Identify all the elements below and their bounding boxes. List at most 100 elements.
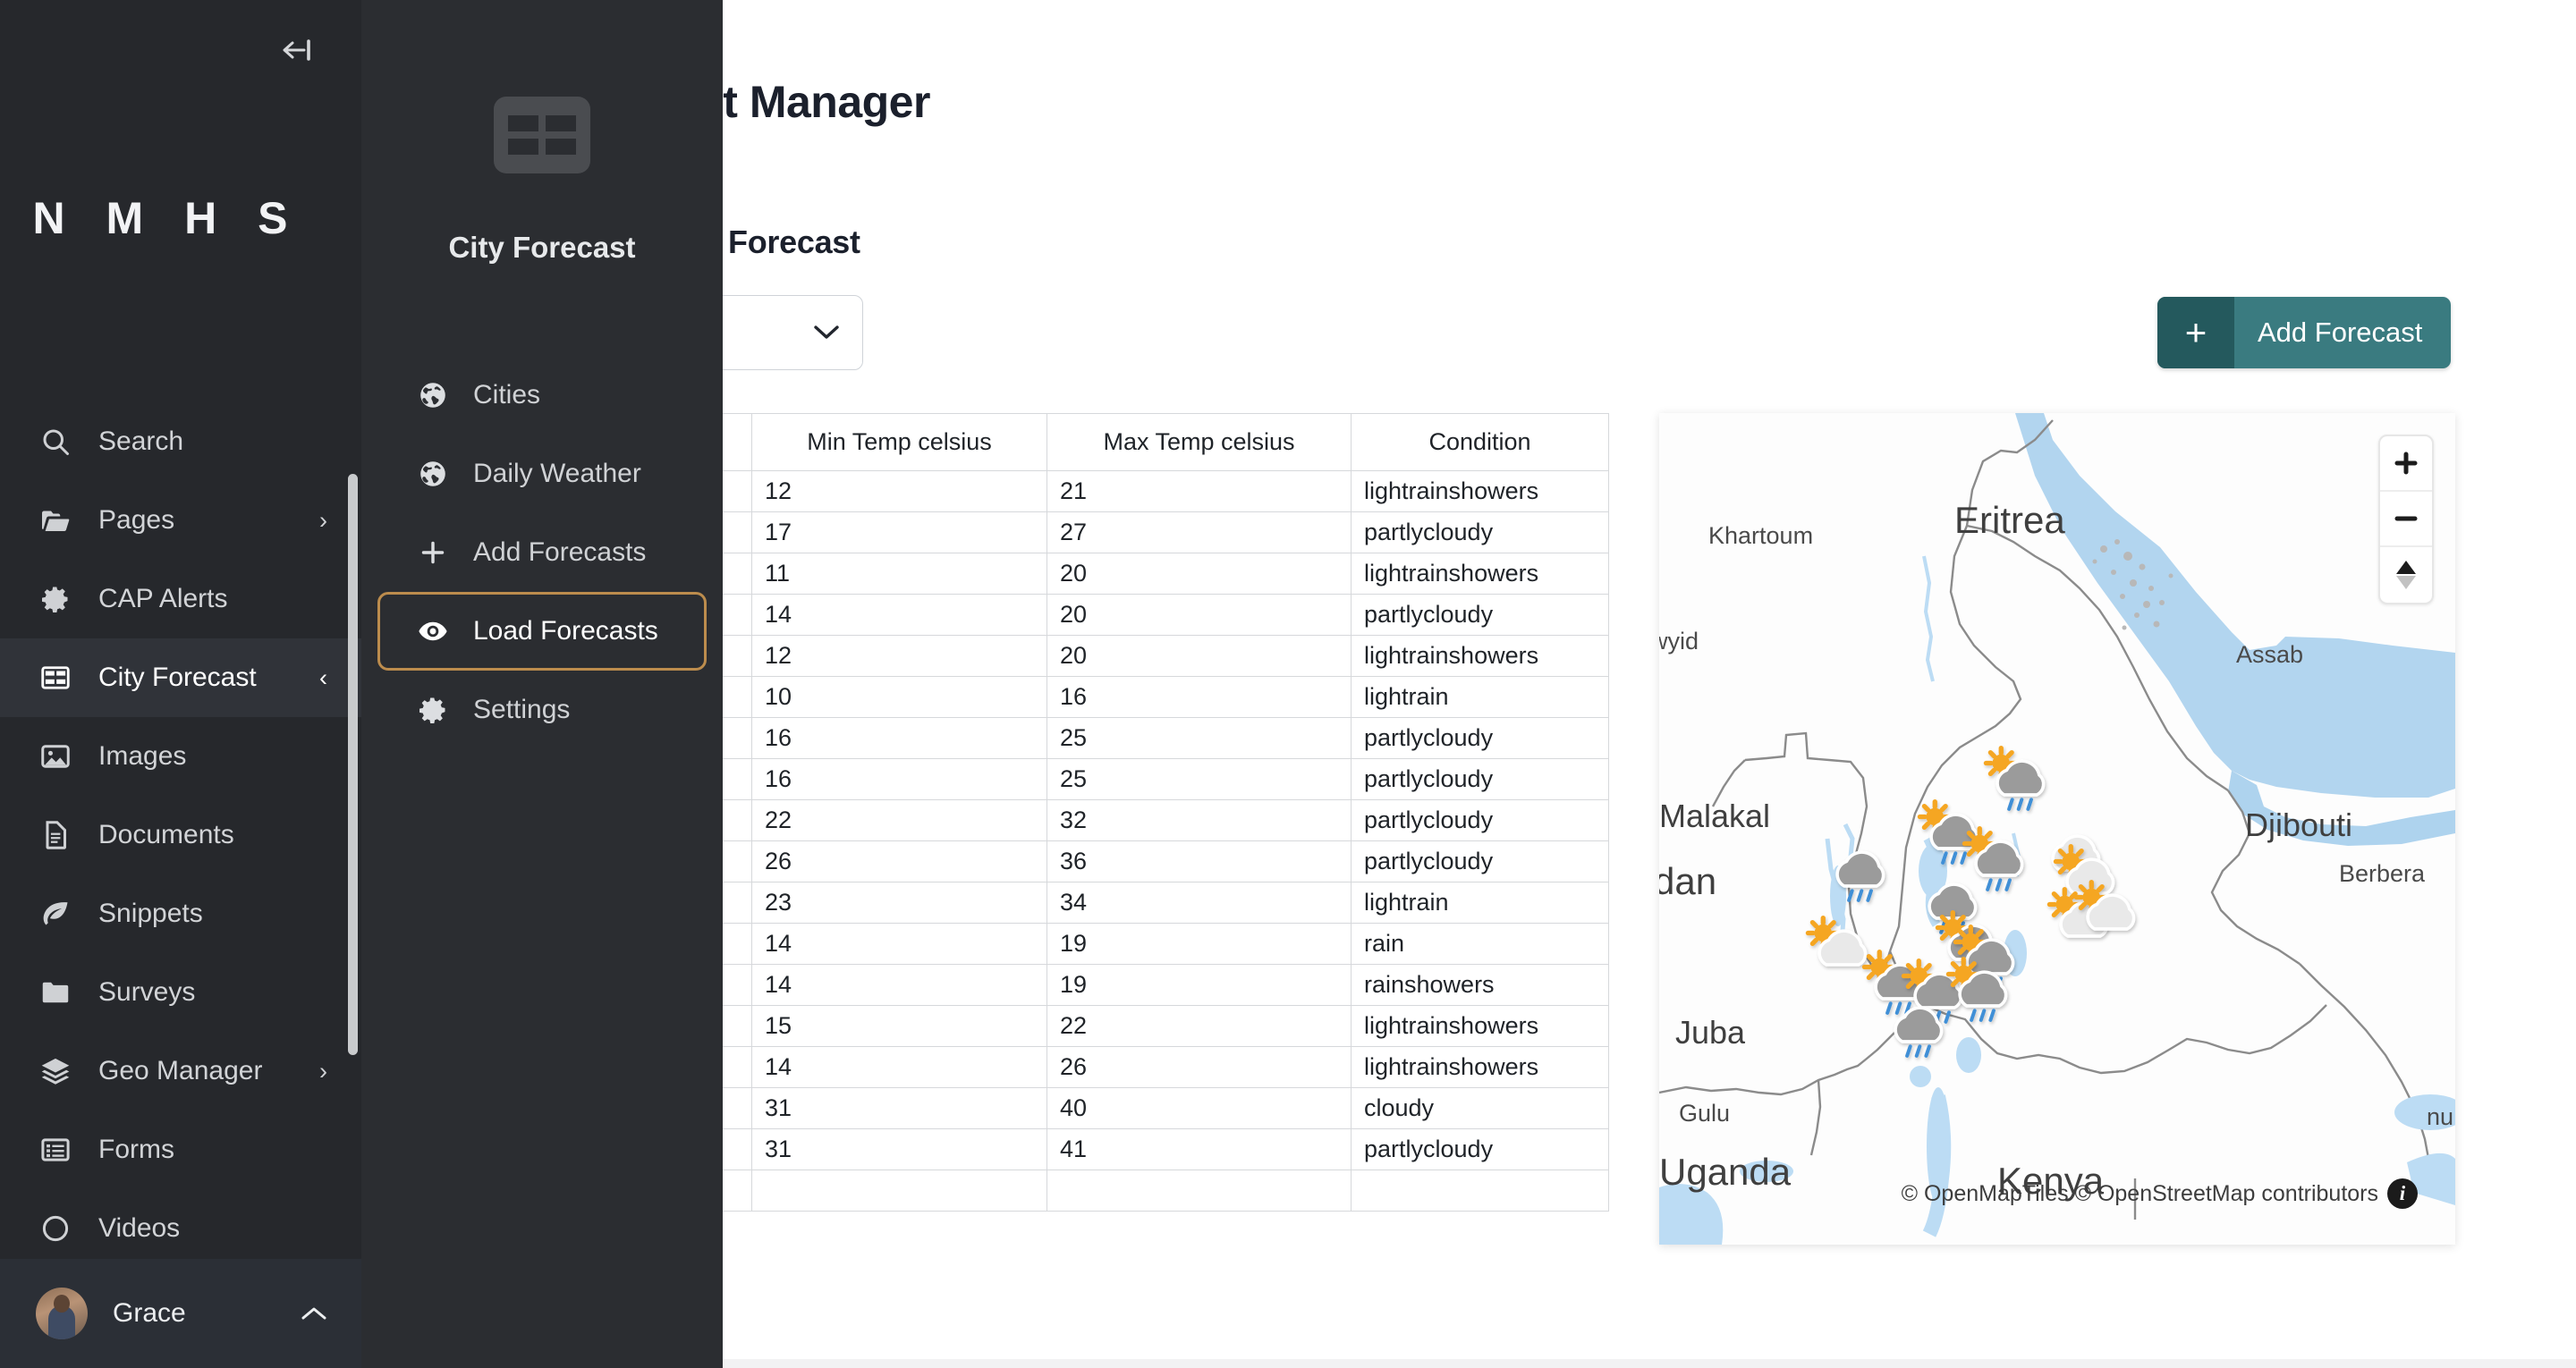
cell-min-temp: 26: [751, 840, 1047, 882]
sidebar-item-images[interactable]: Images: [0, 717, 361, 796]
circle-icon: [38, 1211, 73, 1246]
map-controls[interactable]: [2378, 435, 2434, 604]
sidebar-item-label: Snippets: [98, 899, 203, 928]
forecast-map[interactable]: Khartoum Eritrea Assab Djibouti Berbera wyid M…: [1659, 413, 2455, 1245]
sidebar-item-surveys[interactable]: Surveys: [0, 953, 361, 1032]
sidebar-item-label: Pages: [98, 505, 175, 535]
cell-max-temp: 20: [1046, 594, 1352, 636]
eye-icon: [416, 614, 450, 648]
weather-marker-cloud-rain[interactable]: [1874, 992, 1956, 1062]
submenu-list: Cities Daily Weather Add Forecasts Load For…: [361, 356, 723, 749]
compass-up-icon: [2396, 561, 2416, 574]
map-label: Uganda: [1659, 1151, 1792, 1193]
sidebar-item-videos[interactable]: Videos: [0, 1189, 361, 1268]
sidebar-item-snippets[interactable]: Snippets: [0, 874, 361, 953]
submenu-title: City Forecast: [448, 231, 636, 264]
sidebar-item-documents[interactable]: Documents: [0, 796, 361, 874]
globe-icon: [420, 383, 445, 408]
cell-max-temp: 20: [1046, 553, 1352, 595]
map-zoom-in-button[interactable]: [2380, 436, 2432, 492]
column-header-min-temp[interactable]: Min Temp celsius: [751, 413, 1047, 471]
map-attribution-text[interactable]: © OpenMapTiles © OpenStreetMap contribut…: [1902, 1181, 2378, 1207]
cell-condition: lightrainshowers: [1351, 635, 1609, 677]
leaf-icon: [38, 896, 73, 932]
cell-condition: [1351, 1170, 1609, 1212]
cell-condition: lightrainshowers: [1351, 1046, 1609, 1088]
avatar: [36, 1288, 88, 1339]
map-zoom-out-button[interactable]: [2380, 492, 2432, 547]
weather-marker-cloud-rain[interactable]: [1816, 837, 1898, 907]
submenu-item-daily-weather[interactable]: Daily Weather: [377, 435, 707, 513]
compass-down-icon: [2396, 576, 2416, 589]
table-icon: [41, 666, 70, 689]
submenu-item-settings[interactable]: Settings: [377, 671, 707, 749]
map-label: nu: [2427, 1103, 2454, 1130]
cell-condition: rain: [1351, 923, 1609, 965]
cell-min-temp: 11: [751, 553, 1047, 595]
sidebar-collapse-button[interactable]: [272, 29, 322, 72]
folder-icon: [42, 982, 69, 1003]
document-icon: [38, 817, 73, 853]
cell-condition: partlycloudy: [1351, 717, 1609, 759]
cell-max-temp: [1046, 1170, 1352, 1212]
map-label: Assab: [2236, 641, 2304, 668]
cell-max-temp: 16: [1046, 676, 1352, 718]
info-icon[interactable]: i: [2387, 1178, 2418, 1209]
leaf-icon: [43, 902, 68, 925]
cell-min-temp: 16: [751, 758, 1047, 800]
image-icon: [38, 739, 73, 774]
gear-icon: [38, 581, 73, 617]
column-header-condition[interactable]: Condition: [1351, 413, 1609, 471]
cell-condition: lightrain: [1351, 676, 1609, 718]
cell-condition: partlycloudy: [1351, 1128, 1609, 1170]
map-label: Berbera: [2339, 860, 2426, 887]
cell-condition: lightrainshowers: [1351, 553, 1609, 595]
sidebar-item-geo-manager[interactable]: Geo Manager ›: [0, 1032, 361, 1110]
sidebar-item-pages[interactable]: Pages ›: [0, 481, 361, 560]
cell-condition: lightrain: [1351, 882, 1609, 924]
sidebar-item-city-forecast[interactable]: City Forecast ‹: [0, 638, 361, 717]
plus-icon: +: [2157, 297, 2234, 368]
submenu-item-cities[interactable]: Cities: [377, 356, 707, 435]
weather-marker-sun-cloud[interactable]: [2066, 880, 2148, 950]
map-compass-button[interactable]: [2380, 547, 2432, 603]
sidebar-item-forms[interactable]: Forms: [0, 1110, 361, 1189]
sidebar-item-arrow: ›: [319, 1057, 327, 1085]
cell-max-temp: 20: [1046, 635, 1352, 677]
collapse-left-icon: [283, 39, 310, 61]
rain-icon: [1905, 1044, 1931, 1058]
gear-icon: [416, 693, 450, 727]
add-forecast-button[interactable]: + Add Forecast: [2157, 297, 2452, 368]
sidebar-item-search[interactable]: Search: [0, 402, 361, 481]
rain-icon: [1986, 878, 2012, 891]
column-header-max-temp[interactable]: Max Temp celsius: [1046, 413, 1352, 471]
map-label: dan: [1659, 860, 1717, 902]
map-label: Eritrea: [1954, 499, 2065, 541]
folder-open-icon: [42, 511, 70, 532]
table-icon: [38, 660, 73, 696]
primary-sidebar: N M H S Search Pages › CAP Alerts City Forec…: [0, 0, 361, 1368]
layers-icon: [41, 1058, 70, 1085]
submenu-item-add-forecasts[interactable]: Add Forecasts: [377, 513, 707, 592]
sidebar-item-cap-alerts[interactable]: CAP Alerts: [0, 560, 361, 638]
sidebar-item-label: Documents: [98, 820, 234, 849]
sidebar-scrollbar[interactable]: [348, 474, 358, 1055]
submenu-item-load-forecasts[interactable]: Load Forecasts: [377, 592, 707, 671]
globe-icon: [416, 457, 450, 491]
sidebar-user-menu[interactable]: Grace: [0, 1259, 361, 1368]
gear-icon: [419, 697, 445, 723]
cell-min-temp: 23: [751, 882, 1047, 924]
cell-min-temp: 14: [751, 964, 1047, 1006]
cell-min-temp: 14: [751, 923, 1047, 965]
sidebar-logo: N M H S: [32, 193, 302, 243]
rain-icon: [1970, 1009, 1996, 1022]
cell-min-temp: 31: [751, 1087, 1047, 1129]
sidebar-item-label: Images: [98, 741, 187, 771]
cell-max-temp: 40: [1046, 1087, 1352, 1129]
sidebar-item-arrow: ‹: [319, 663, 327, 691]
folder-open-icon: [38, 502, 73, 538]
map-label: wyid: [1659, 628, 1699, 654]
cell-condition: rainshowers: [1351, 964, 1609, 1006]
cell-max-temp: 27: [1046, 511, 1352, 553]
cell-condition: partlycloudy: [1351, 840, 1609, 882]
